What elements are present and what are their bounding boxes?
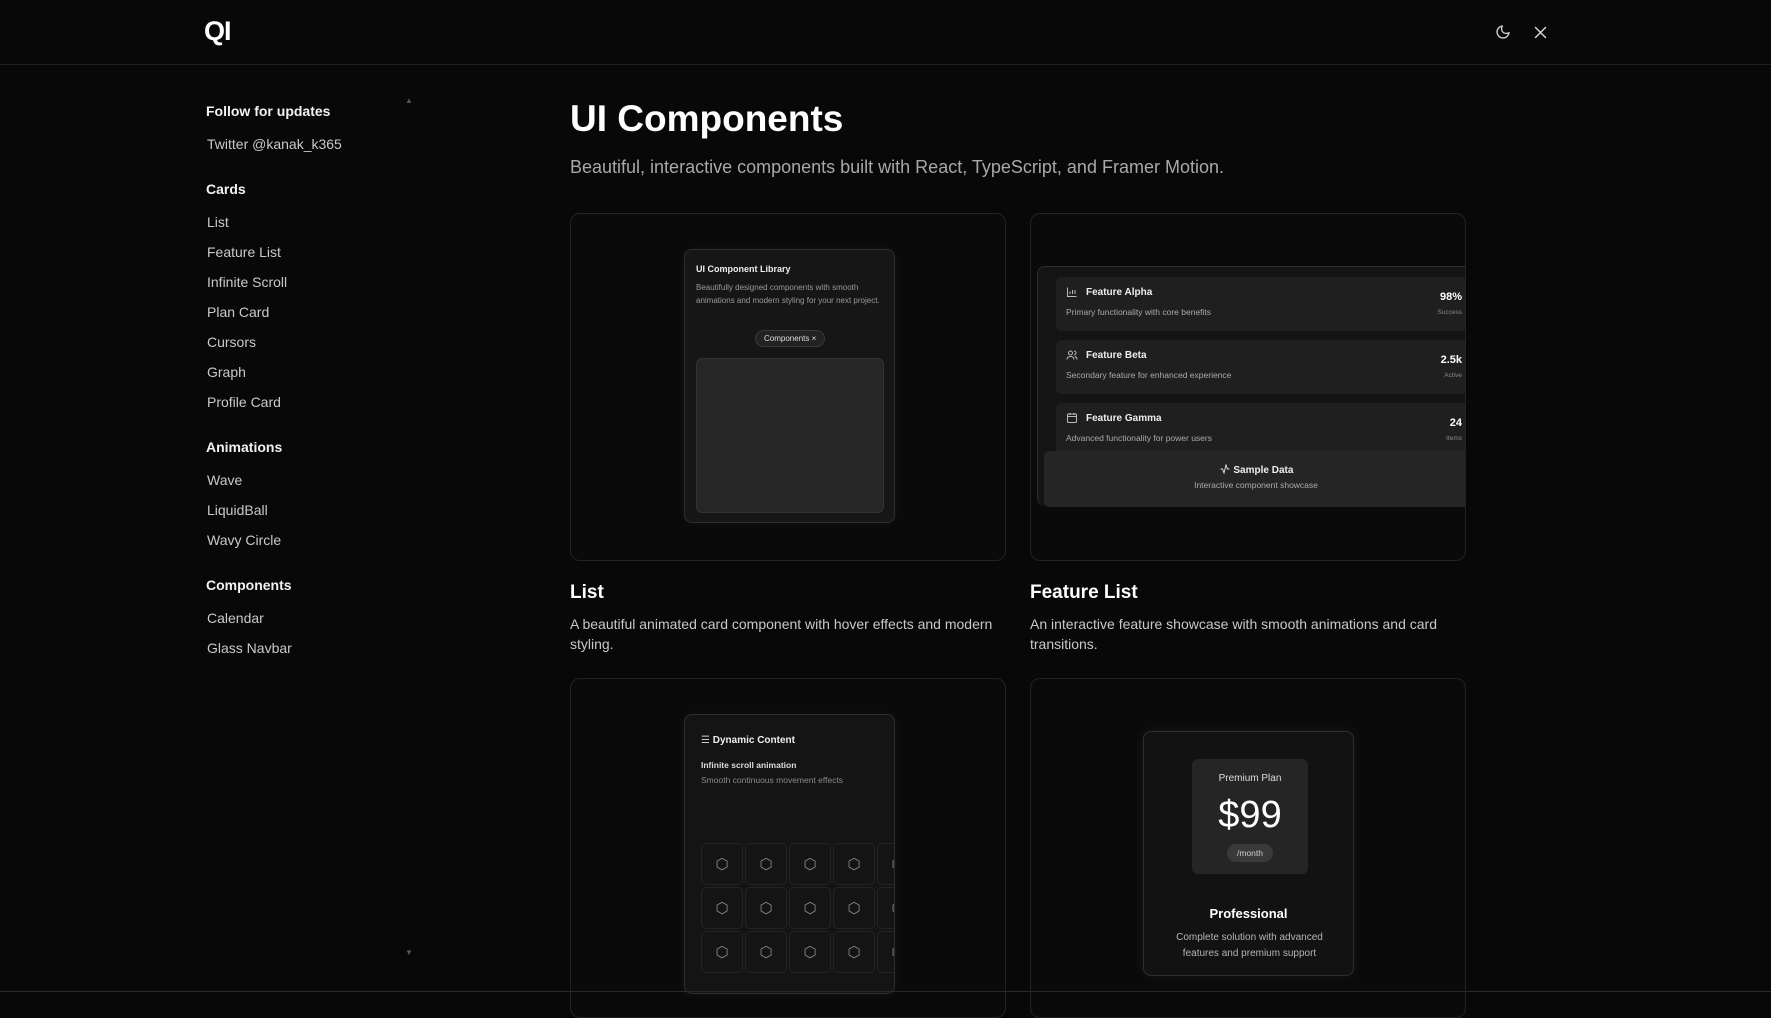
plan-period-badge: /month [1227, 844, 1273, 862]
feature-value: 24 [1449, 417, 1462, 429]
sample-data-sub: Interactive component showcase [1194, 480, 1318, 490]
list-card-preview[interactable]: UI Component Library Beautifully designe… [570, 213, 1006, 561]
feature-label: Items [1446, 435, 1462, 442]
moon-icon[interactable] [1491, 20, 1515, 44]
plan-tier: Professional [1209, 906, 1288, 921]
feature-name: Feature Alpha [1086, 287, 1153, 298]
hexagon-icon: ⬡ [701, 931, 743, 973]
sidebar-item-graph[interactable]: Graph [207, 364, 246, 380]
plan-card: Premium Plan $99 /month Professional Com… [1143, 731, 1354, 976]
sidebar-item-infinite-scroll[interactable]: Infinite Scroll [207, 274, 287, 290]
hexagon-icon: ⬡ [745, 843, 787, 885]
feature-row[interactable]: Feature Gamma Advanced functionality for… [1056, 403, 1465, 457]
x-twitter-icon[interactable] [1528, 20, 1552, 44]
card-desc-list: A beautiful animated card component with… [570, 616, 993, 652]
hexagon-icon: ⬡ [833, 887, 875, 929]
feature-label: Success [1437, 309, 1462, 316]
plan-price-box: Premium Plan $99 /month [1192, 759, 1308, 874]
card-title-feature-list[interactable]: Feature List [1030, 582, 1138, 604]
sidebar-item-twitter[interactable]: Twitter @kanak_k365 [207, 136, 342, 152]
sidebar-item-profile-card[interactable]: Profile Card [207, 394, 281, 410]
sidebar-section-cards: Cards [206, 181, 246, 197]
sidebar-item-cursors[interactable]: Cursors [207, 334, 256, 350]
feature-value: 98% [1439, 291, 1462, 303]
hexagon-icon: ⬡ [877, 843, 894, 885]
logo[interactable]: QI [204, 16, 231, 47]
feature-row[interactable]: Feature Beta Secondary feature for enhan… [1056, 340, 1465, 394]
scroll-up-arrow-icon[interactable]: ▲ [405, 96, 413, 105]
sidebar-item-glass-navbar[interactable]: Glass Navbar [207, 640, 292, 656]
page-title: UI Components [570, 98, 844, 139]
page-subtitle: Beautiful, interactive components built … [570, 157, 1224, 177]
sidebar-item-plan-card[interactable]: Plan Card [207, 304, 269, 320]
plan-desc: Complete solution with advanced features… [1176, 932, 1323, 959]
hexagon-icon: ⬡ [833, 931, 875, 973]
bottom-divider [0, 991, 1771, 992]
dynamic-content-preview: ☰ Dynamic Content Infinite scroll animat… [684, 714, 895, 994]
feature-name: Feature Gamma [1086, 413, 1162, 424]
preview-heading: UI Component Library [696, 264, 791, 274]
preview-text: Beautifully designed components with smo… [696, 283, 880, 305]
sample-data-title: Sample Data [1044, 463, 1465, 476]
hexagon-icon: ⬡ [701, 887, 743, 929]
hexagon-icon: ⬡ [745, 931, 787, 973]
sidebar-item-liquidball[interactable]: LiquidBall [207, 502, 268, 518]
sidebar-item-calendar[interactable]: Calendar [207, 610, 264, 626]
users-icon [1066, 349, 1078, 364]
hexagon-icon: ⬡ [833, 843, 875, 885]
card-desc-feature-list: An interactive feature showcase with smo… [1030, 616, 1437, 652]
plan-card-preview[interactable]: Premium Plan $99 /month Professional Com… [1030, 678, 1466, 1018]
top-navbar: QI [0, 0, 1771, 65]
sidebar-section-follow: Follow for updates [206, 103, 331, 119]
feature-row[interactable]: Feature Alpha Primary functionality with… [1056, 277, 1465, 331]
card-title-list[interactable]: List [570, 582, 604, 604]
activity-icon [1220, 463, 1230, 475]
infinite-scroll-card-preview[interactable]: ☰ Dynamic Content Infinite scroll animat… [570, 678, 1006, 1018]
feature-name: Feature Beta [1086, 350, 1147, 361]
sidebar: ▲ Follow for updates Twitter @kanak_k365… [0, 66, 430, 991]
feature-list-panel: Feature Alpha Primary functionality with… [1037, 266, 1465, 507]
hexagon-icon: ⬡ [877, 931, 894, 973]
dynamic-line2: Smooth continuous movement effects [701, 775, 844, 785]
feature-sub: Secondary feature for enhanced experienc… [1066, 370, 1232, 380]
feature-sub: Advanced functionality for power users [1066, 433, 1212, 443]
feature-list-card-preview[interactable]: Feature Alpha Primary functionality with… [1030, 213, 1466, 561]
hexagon-icon: ⬡ [877, 887, 894, 929]
plan-price: $99 [1218, 794, 1282, 836]
sidebar-item-wave[interactable]: Wave [207, 472, 242, 488]
sidebar-item-wavy-circle[interactable]: Wavy Circle [207, 532, 281, 548]
feature-value: 2.5k [1440, 354, 1462, 366]
hexagon-icon: ⬡ [789, 887, 831, 929]
scroll-down-arrow-icon[interactable]: ▼ [405, 948, 413, 957]
preview-placeholder-box [696, 358, 884, 513]
hexagon-icon: ⬡ [789, 931, 831, 973]
feature-sub: Primary functionality with core benefits [1066, 307, 1212, 317]
bar-chart-icon [1066, 286, 1078, 301]
sidebar-section-animations: Animations [206, 439, 283, 455]
sidebar-item-feature-list[interactable]: Feature List [207, 244, 281, 260]
dynamic-content-heading: ☰ Dynamic Content [701, 735, 795, 746]
components-chip[interactable]: Components × [755, 330, 826, 347]
list-icon: ☰ [701, 735, 710, 746]
component-library-preview: UI Component Library Beautifully designe… [684, 249, 895, 523]
hexagon-icon: ⬡ [745, 887, 787, 929]
sidebar-item-list[interactable]: List [207, 214, 229, 230]
sidebar-section-components: Components [206, 577, 292, 593]
plan-name: Premium Plan [1218, 773, 1282, 784]
dynamic-line1: Infinite scroll animation [701, 760, 797, 770]
calendar-icon [1066, 412, 1078, 427]
sample-data-panel: Sample Data Interactive component showca… [1044, 451, 1465, 507]
feature-label: Active [1444, 372, 1462, 379]
hexagon-icon: ⬡ [701, 843, 743, 885]
hexagon-icon: ⬡ [789, 843, 831, 885]
